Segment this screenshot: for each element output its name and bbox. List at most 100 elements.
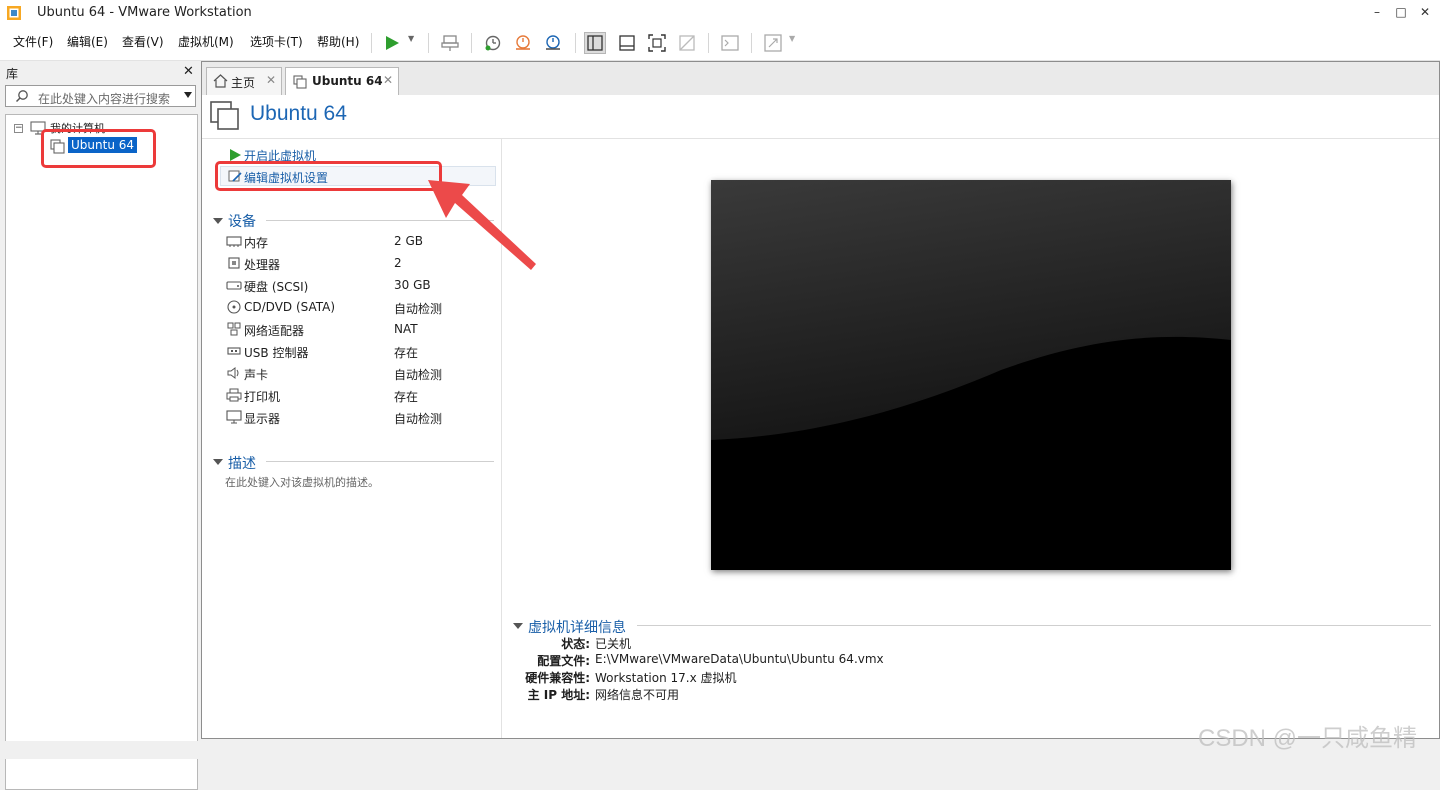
vm-title: Ubuntu 64 — [250, 102, 347, 125]
device-name: 显示器 — [244, 412, 281, 426]
tab-ubuntu-64[interactable]: Ubuntu 64 ✕ — [285, 67, 399, 95]
cpu-icon — [228, 257, 240, 269]
device-value: 自动检测 — [394, 412, 443, 426]
snapshot-manager-icon[interactable] — [542, 32, 564, 54]
toolbar-separator — [471, 33, 472, 53]
main-area: 主页 ✕ Ubuntu 64 ✕ Ubuntu 64 开启此虚拟机 编辑虚拟机设… — [201, 61, 1440, 739]
device-value: 自动检测 — [394, 302, 443, 316]
menu-tabs[interactable]: 选项卡(T) — [250, 33, 303, 50]
device-name: 声卡 — [244, 368, 269, 382]
device-value: 30 GB — [394, 278, 431, 292]
device-value: 存在 — [394, 390, 419, 404]
menu-vm[interactable]: 虚拟机(M) — [178, 33, 234, 50]
device-name: 内存 — [244, 236, 269, 250]
device-row-6[interactable]: 声卡 自动检测 — [224, 363, 496, 385]
device-name: 处理器 — [244, 258, 281, 272]
menu-toolbar: 文件(F) 编辑(E) 查看(V) 虚拟机(M) 选项卡(T) 帮助(H) ▼ … — [0, 25, 1440, 61]
menu-file[interactable]: 文件(F) — [13, 33, 53, 50]
watermark: CSDN @一只咸鱼精 — [1198, 725, 1418, 752]
home-icon — [213, 74, 228, 88]
detail-label: 主 IP 地址: — [527, 688, 590, 702]
maximize-button[interactable]: □ — [1391, 3, 1411, 21]
vm-preview-screen[interactable] — [711, 180, 1231, 570]
device-row-5[interactable]: USB 控制器 存在 — [224, 341, 496, 363]
window-title: Ubuntu 64 - VMware Workstation — [37, 5, 252, 20]
stretch-guest-icon[interactable] — [762, 32, 784, 54]
devices-collapse-icon[interactable] — [213, 218, 223, 224]
device-name: CD/DVD (SATA) — [244, 300, 336, 314]
device-row-7[interactable]: 打印机 存在 — [224, 385, 496, 407]
library-close-button[interactable]: ✕ — [183, 64, 194, 79]
description-field[interactable]: 在此处键入对该虚拟机的描述。 — [225, 474, 379, 490]
thumbnail-bar-icon[interactable] — [616, 32, 638, 54]
vm-preview-graphic — [711, 180, 1231, 570]
detail-label: 状态: — [561, 637, 590, 651]
toolbar-separator — [708, 33, 709, 53]
toolbar-separator — [575, 33, 576, 53]
device-row-2[interactable]: 硬盘 (SCSI) 30 GB — [224, 275, 496, 297]
description-divider — [266, 461, 494, 462]
send-ctrl-alt-del-icon[interactable] — [439, 32, 461, 54]
details-collapse-icon[interactable] — [513, 623, 523, 629]
device-name: 硬盘 (SCSI) — [244, 280, 309, 294]
show-library-icon[interactable] — [584, 32, 606, 54]
description-collapse-icon[interactable] — [213, 459, 223, 465]
sound-icon — [227, 367, 239, 379]
full-screen-icon[interactable] — [646, 32, 668, 54]
device-row-4[interactable]: 网络适配器 NAT — [224, 319, 496, 341]
tab-ubuntu-close-icon[interactable]: ✕ — [383, 73, 393, 87]
vm-tab-icon — [293, 75, 307, 89]
devices-section-title: 设备 — [228, 214, 256, 230]
library-search-input[interactable]: 在此处键入内容进行搜索 — [5, 85, 196, 107]
device-row-3[interactable]: CD/DVD (SATA) 自动检测 — [224, 297, 496, 319]
menu-help[interactable]: 帮助(H) — [317, 33, 359, 50]
device-value: 2 GB — [394, 234, 423, 248]
detail-value: 网络信息不可用 — [595, 688, 680, 702]
collapse-toggle-icon[interactable]: − — [14, 124, 23, 133]
device-name: USB 控制器 — [244, 346, 309, 360]
device-row-8[interactable]: 显示器 自动检测 — [224, 407, 496, 429]
vmware-app-icon — [7, 6, 21, 20]
search-dropdown-icon[interactable] — [184, 92, 192, 98]
detail-label: 配置文件: — [537, 654, 590, 668]
search-placeholder: 在此处键入内容进行搜索 — [38, 92, 171, 106]
network-icon — [227, 322, 241, 336]
tab-home-label: 主页 — [231, 76, 256, 90]
toolbar-separator — [371, 33, 372, 53]
console-view-icon[interactable] — [719, 32, 741, 54]
red-arrow-annotation — [428, 180, 536, 270]
tab-bar: 主页 ✕ Ubuntu 64 ✕ — [202, 62, 1439, 95]
printer-icon — [226, 388, 242, 402]
stretch-dropdown-icon[interactable]: ▼ — [789, 34, 795, 43]
unity-mode-icon[interactable] — [676, 32, 698, 54]
toolbar-separator — [751, 33, 752, 53]
snapshot-icon[interactable] — [482, 32, 504, 54]
menu-view[interactable]: 查看(V) — [122, 33, 164, 50]
tab-home-close-icon[interactable]: ✕ — [266, 73, 276, 87]
device-name: 网络适配器 — [244, 324, 305, 338]
power-on-icon[interactable] — [381, 32, 403, 54]
device-name: 打印机 — [244, 390, 281, 404]
details-divider — [637, 625, 1431, 626]
vm-header: Ubuntu 64 — [202, 95, 1439, 139]
revert-snapshot-icon[interactable] — [512, 32, 534, 54]
details-section-title: 虚拟机详细信息 — [528, 620, 626, 636]
minimize-button[interactable]: – — [1367, 3, 1387, 21]
detail-value: E:\VMware\VMwareData\Ubuntu\Ubuntu 64.vm… — [595, 652, 884, 666]
power-dropdown-icon[interactable]: ▼ — [408, 34, 414, 43]
toolbar-separator — [428, 33, 429, 53]
tab-ubuntu-label: Ubuntu 64 — [312, 74, 383, 88]
tab-home[interactable]: 主页 ✕ — [206, 67, 282, 95]
play-icon — [230, 149, 241, 161]
close-window-button[interactable]: ✕ — [1415, 3, 1435, 21]
detail-value: 已关机 — [595, 637, 632, 651]
usb-icon — [227, 347, 241, 355]
disk-icon — [226, 281, 242, 290]
menu-edit[interactable]: 编辑(E) — [67, 33, 108, 50]
device-value: 存在 — [394, 346, 419, 360]
cd-icon — [227, 300, 241, 314]
library-title: 库 — [6, 67, 19, 81]
vm-large-icon — [210, 101, 239, 130]
library-panel: 库 ✕ 在此处键入内容进行搜索 − 我的计算机 Ubuntu 64 — [0, 61, 200, 790]
library-tree: − 我的计算机 Ubuntu 64 — [5, 114, 198, 790]
